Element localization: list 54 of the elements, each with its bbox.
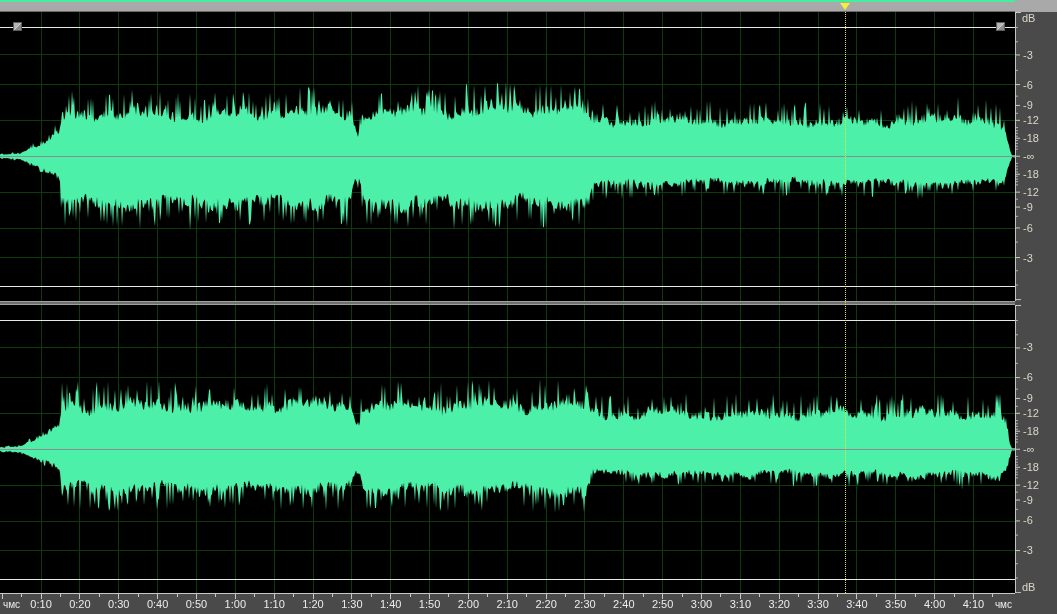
time-label: 2:40: [613, 598, 635, 611]
time-label: 3:40: [846, 598, 868, 611]
time-label: 3:00: [690, 598, 713, 611]
db-scale-label: -12: [1023, 186, 1039, 199]
time-label: 3:50: [885, 598, 907, 611]
db-scale-label: -12: [1023, 406, 1039, 419]
time-label: 0:30: [108, 598, 130, 611]
time-label: 1:10: [263, 598, 285, 611]
time-label: 2:00: [457, 598, 480, 611]
time-label: 1:40: [380, 598, 402, 611]
db-scale-label: -6: [1023, 221, 1033, 234]
db-scale-label: -6: [1023, 371, 1033, 384]
db-scale-label: -3: [1023, 48, 1033, 61]
db-scale-label: -9: [1023, 99, 1033, 112]
time-label: 2:30: [574, 598, 596, 611]
db-unit-label: dB: [1022, 581, 1036, 593]
time-label: 0:20: [69, 598, 91, 611]
time-label: 2:10: [496, 598, 518, 611]
envelope-handle-icon[interactable]: [996, 22, 1005, 31]
time-label: 1:30: [341, 598, 363, 611]
db-scale-label: -6: [1023, 514, 1033, 527]
db-scale-label: -18: [1023, 132, 1039, 145]
db-scale-label: -9: [1023, 201, 1033, 214]
time-label: 0:40: [146, 598, 169, 611]
time-unit-label: чмс: [3, 599, 21, 611]
time-label: 2:20: [535, 598, 557, 611]
db-scale-label: -9: [1023, 391, 1033, 404]
time-label: 3:10: [729, 598, 752, 611]
playhead-marker-icon[interactable]: [840, 3, 851, 10]
time-label: 0:10: [30, 598, 52, 611]
time-label: 0:50: [185, 598, 208, 611]
db-scale-label: -3: [1023, 341, 1033, 354]
db-scale-label: -12: [1023, 478, 1039, 491]
db-scale-label: -18: [1023, 424, 1039, 437]
envelope-handle-icon[interactable]: [13, 22, 22, 31]
db-scale-label: -3: [1023, 251, 1033, 264]
db-scale-label: -∞: [1023, 150, 1035, 163]
db-scale-label: -∞: [1023, 442, 1035, 455]
db-unit-label: dB: [1022, 12, 1036, 24]
time-label: 1:50: [418, 598, 441, 611]
db-scale-label: -3: [1023, 544, 1033, 557]
db-scale-label: -9: [1023, 493, 1033, 506]
db-scale-label: -18: [1023, 168, 1039, 181]
db-scale-label: -6: [1023, 78, 1033, 91]
time-unit-label: чмс: [994, 599, 1012, 611]
time-label: 1:20: [302, 598, 324, 611]
time-label: 2:50: [651, 598, 674, 611]
time-label: 4:10: [962, 598, 985, 611]
db-scale-label: -18: [1023, 460, 1039, 473]
db-scale-label: -12: [1023, 114, 1039, 127]
time-label: 1:00: [224, 598, 246, 611]
time-label: 4:00: [923, 598, 946, 611]
time-label: 3:30: [807, 598, 829, 611]
time-label: 3:20: [768, 598, 790, 611]
